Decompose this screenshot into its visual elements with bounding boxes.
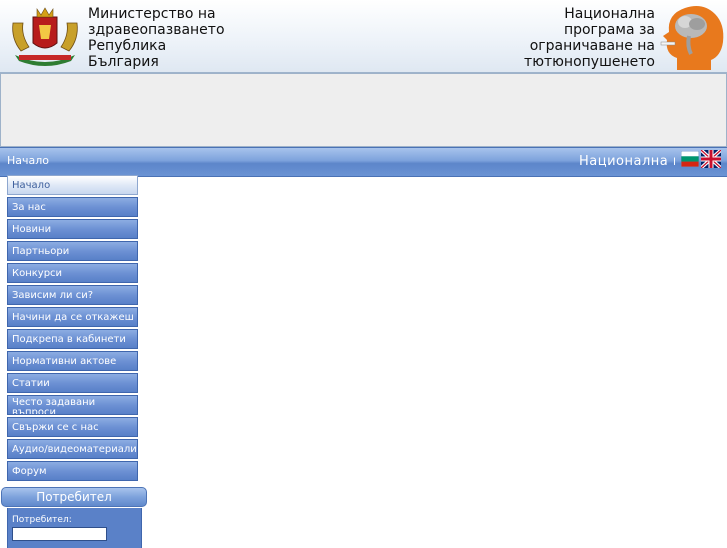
menu-item-faq[interactable]: Често задавани въпроси — [7, 395, 138, 415]
menu-item-support-offices[interactable]: Подкрепа в кабинети — [7, 329, 138, 349]
nav-marquee-text: Национална п — [579, 154, 675, 169]
program-title: Национална програма за ограничаване на т… — [524, 6, 655, 70]
coat-of-arms-icon — [12, 7, 78, 66]
menu-item-home[interactable]: Начало — [7, 175, 138, 195]
menu-item-legislation[interactable]: Нормативни актове — [7, 351, 138, 371]
top-nav-bar: Начало Национална п — [0, 147, 727, 177]
uk-flag-icon[interactable] — [701, 150, 721, 168]
user-box-title: Потребител — [1, 487, 147, 507]
menu-item-contact[interactable]: Свържи се с нас — [7, 417, 138, 437]
head-smoke-logo-icon — [660, 6, 724, 70]
site-header: Министерство на здравеопазването Републи… — [0, 0, 727, 73]
menu-item-ways-to-quit[interactable]: Начини да се откажеш — [7, 307, 138, 327]
menu-item-about[interactable]: За нас — [7, 197, 138, 217]
bulgarian-flag-icon[interactable] — [681, 151, 699, 167]
menu-item-news[interactable]: Новини — [7, 219, 138, 239]
program-line: тютюнопушенето — [524, 54, 655, 70]
program-line: програма за — [563, 22, 655, 38]
ministry-line: Министерство на — [88, 6, 216, 22]
ministry-title: Министерство на здравеопазването Републи… — [88, 6, 225, 70]
username-label: Потребител: — [12, 515, 72, 525]
ministry-line: България — [88, 54, 159, 70]
banner-area — [0, 73, 727, 147]
menu-item-articles[interactable]: Статии — [7, 373, 138, 393]
ministry-line: здравеопазването — [88, 22, 225, 38]
username-input[interactable] — [12, 527, 107, 541]
menu-item-competitions[interactable]: Конкурси — [7, 263, 138, 283]
user-login-panel: Потребител: — [7, 508, 142, 548]
menu-item-addicted-test[interactable]: Зависим ли си? — [7, 285, 138, 305]
nav-home-link[interactable]: Начало — [7, 154, 49, 167]
menu-item-media[interactable]: Аудио/видеоматериали — [7, 439, 138, 459]
program-line: Национална — [564, 6, 655, 22]
menu-item-forum[interactable]: Форум — [7, 461, 138, 481]
ministry-line: Република — [88, 38, 167, 54]
sidebar-menu: Начало За нас Новини Партньори Конкурси … — [7, 175, 141, 483]
menu-item-partners[interactable]: Партньори — [7, 241, 138, 261]
program-line: ограничаване на — [529, 38, 655, 54]
